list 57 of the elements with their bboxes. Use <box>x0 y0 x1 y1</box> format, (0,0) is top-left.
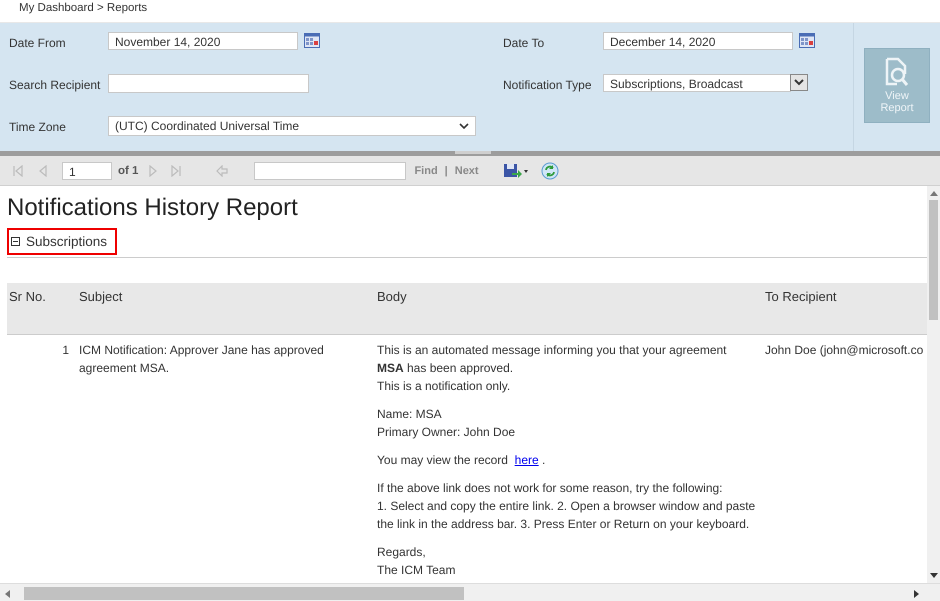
body-text: This is a notification only. <box>377 378 512 395</box>
body-text: The ICM Team <box>377 562 456 579</box>
body-text: the link in the address bar. 3. Press Enter or Return on your keyboard. <box>377 516 750 533</box>
scroll-up-icon[interactable] <box>930 190 938 196</box>
back-arrow-icon[interactable] <box>216 164 228 176</box>
dropdown-button[interactable] <box>790 74 808 91</box>
horizontal-scrollbar[interactable] <box>0 583 940 601</box>
find-field[interactable] <box>254 162 406 180</box>
field-label: Search Recipient <box>9 77 100 92</box>
body-text: 1. Select and copy the entire link. 2. Open a browser window and paste <box>377 498 756 515</box>
body-text: You may view the record here . <box>377 453 546 467</box>
previous-page-icon[interactable] <box>38 164 48 176</box>
scrollbar-thumb[interactable] <box>929 200 938 320</box>
scroll-down-icon[interactable] <box>930 573 938 579</box>
field-label: Time Zone <box>9 119 66 134</box>
field-label: Date From <box>9 35 66 50</box>
body-text: This is an automated message informing you that your agreement <box>377 342 728 359</box>
table-cell: John Doe (john@microsoft.co <box>763 334 927 583</box>
field-label: Date To <box>503 35 544 50</box>
save-icon[interactable] <box>502 162 529 178</box>
separator: | <box>444 164 448 176</box>
first-page-icon[interactable] <box>12 164 24 176</box>
caret-icon <box>459 123 469 129</box>
page-number-field[interactable]: 1 <box>62 162 112 180</box>
scroll-left-icon[interactable] <box>4 590 10 598</box>
last-page-icon[interactable] <box>170 164 182 176</box>
body-text: Name: MSA <box>377 406 443 423</box>
time-zone-dropdown[interactable]: (UTC) Coordinated Universal Time <box>108 116 476 136</box>
table-cell: 1 <box>7 334 77 583</box>
column-header: To Recipient <box>763 283 927 334</box>
body-text: Regards, <box>377 544 427 561</box>
body-text: If the above link does not work for some reason, try the following: <box>377 480 724 497</box>
report-title: Notifications History Report <box>7 194 299 222</box>
column-header: Sr No. <box>7 283 77 334</box>
search-field[interactable] <box>108 74 309 93</box>
table-cell: ICM Notification: Approver Jane has approved agreement MSA. <box>77 334 375 583</box>
dropdown-field[interactable]: Subscriptions, Broadcast <box>603 74 791 92</box>
calendar-icon[interactable] <box>799 33 815 48</box>
scrollbar-thumb[interactable] <box>24 587 464 600</box>
document-search-icon <box>884 57 910 87</box>
page-count: of 1 <box>118 164 138 176</box>
record-link[interactable]: here <box>514 453 539 467</box>
column-header: Subject <box>77 283 375 334</box>
next-page-icon[interactable] <box>148 164 158 176</box>
section-header[interactable]: Subscriptions <box>11 232 114 251</box>
body-text: MSA has been approved. <box>377 360 514 377</box>
collapse-icon[interactable] <box>11 237 20 246</box>
column-header: Body <box>375 283 763 334</box>
calendar-icon[interactable] <box>304 33 320 48</box>
body-text: Primary Owner: John Doe <box>377 424 516 441</box>
breadcrumb: My Dashboard > Reports <box>19 2 148 14</box>
date-field[interactable]: November 14, 2020 <box>108 32 298 50</box>
field-label: Notification Type <box>503 77 592 92</box>
scroll-right-icon[interactable] <box>914 590 920 598</box>
vertical-scrollbar[interactable] <box>927 186 940 583</box>
refresh-icon[interactable] <box>540 162 559 180</box>
date-field[interactable]: December 14, 2020 <box>603 32 793 50</box>
